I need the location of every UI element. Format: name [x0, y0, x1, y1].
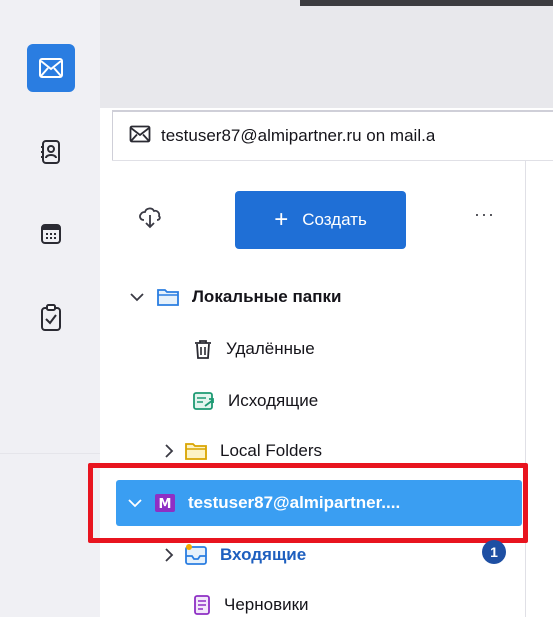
spaces-toolbar [0, 0, 100, 617]
folder-label: Локальные папки [192, 287, 342, 306]
chevron-right-icon[interactable] [160, 547, 178, 563]
trash-icon [192, 338, 214, 360]
folder-row-inbox[interactable]: Входящие [160, 536, 306, 574]
title-bar [100, 0, 553, 108]
calendar-icon [41, 224, 61, 244]
chevron-down-icon[interactable] [126, 291, 148, 303]
envelope-icon [129, 125, 151, 148]
new-message-label: Создать [302, 210, 367, 229]
folder-row-local-group[interactable]: Локальные папки [126, 278, 341, 316]
tab-title: testuser87@almipartner.ru on mail.a [161, 126, 436, 145]
calendar-space-button[interactable] [27, 210, 75, 258]
folder-label: Черновики [224, 595, 309, 614]
tasks-icon [41, 304, 61, 331]
address-book-space-button[interactable] [27, 128, 75, 176]
cloud-download-icon [139, 207, 161, 229]
divider [0, 453, 100, 454]
folder-label: Входящие [220, 545, 307, 564]
more-options-button[interactable]: ··· [474, 204, 495, 225]
folder-label: Удалённые [226, 339, 315, 358]
mail-space-button[interactable] [27, 44, 75, 92]
folder-label: Исходящие [228, 391, 319, 410]
mail-tab[interactable]: testuser87@almipartner.ru on mail.a [112, 110, 553, 160]
plus-icon: + [274, 206, 289, 233]
window-edge [300, 0, 553, 6]
folder-row-outbox[interactable]: Исходящие [192, 382, 318, 420]
inbox-icon [184, 544, 208, 566]
tasks-space-button[interactable] [27, 294, 75, 342]
folder-row-trash[interactable]: Удалённые [192, 330, 315, 368]
chevron-right-icon[interactable] [160, 443, 178, 459]
folder-label: Local Folders [220, 441, 323, 460]
address-book-icon [41, 140, 60, 164]
folder-icon [156, 287, 180, 307]
get-messages-button[interactable] [138, 205, 162, 236]
folder-icon [184, 441, 208, 461]
outbox-icon [192, 390, 216, 412]
unread-count-badge: 1 [482, 540, 506, 564]
drafts-icon [192, 594, 212, 616]
new-message-button[interactable]: + Создать [235, 191, 406, 249]
highlight-box [88, 463, 528, 543]
folder-row-drafts[interactable]: Черновики [192, 586, 309, 624]
envelope-icon [39, 58, 63, 78]
pane-splitter[interactable] [525, 161, 526, 617]
